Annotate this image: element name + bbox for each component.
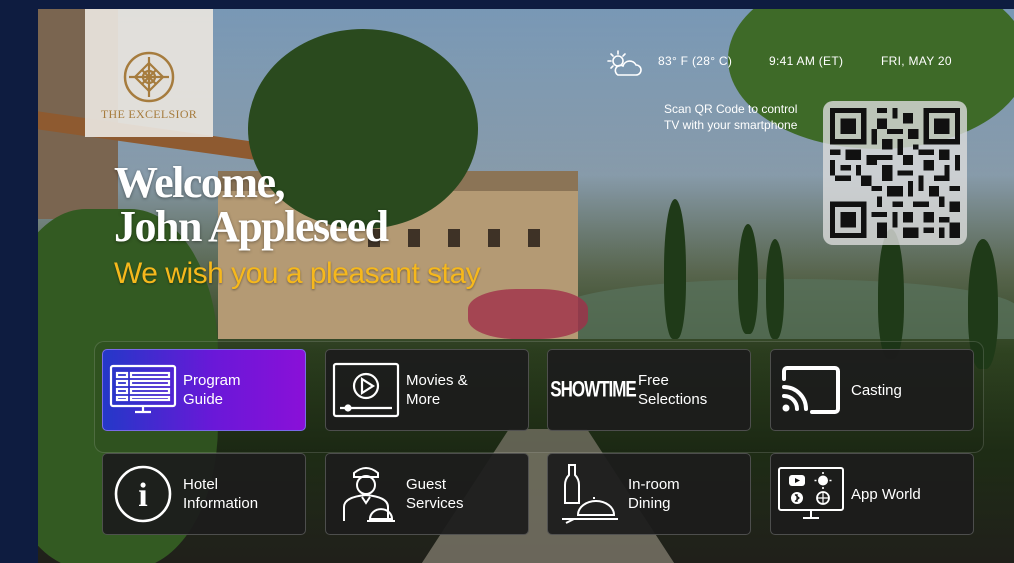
hotel-logo: THE EXCELSIOR	[85, 9, 213, 137]
background-cypress	[878, 229, 904, 359]
welcome-heading: Welcome, John Appleseed	[114, 158, 389, 251]
temperature-readout: 83° F (28° C)	[658, 54, 733, 68]
background-flowers	[468, 289, 588, 339]
background-cypress	[766, 239, 784, 339]
qr-code	[823, 101, 967, 245]
qr-caption-line1: Scan QR Code to control	[664, 102, 798, 116]
qr-caption: Scan QR Code to control TV with your sma…	[664, 101, 824, 133]
background-cypress	[738, 224, 758, 334]
partly-cloudy-icon	[607, 50, 642, 76]
welcome-line1: Welcome,	[114, 158, 286, 207]
app-world-icon	[778, 467, 844, 519]
date-readout: FRI, MAY 20	[881, 54, 952, 68]
menu-tile-label: Guest Services	[406, 476, 464, 512]
menu-tile-label: Free Selections	[638, 372, 708, 408]
menu-tile-label: Program Guide	[183, 372, 241, 408]
background-cypress	[664, 199, 686, 339]
background-mountains	[558, 279, 1014, 339]
showtime-logo: SHOWTIME	[550, 377, 636, 402]
menu-tile-program-guide[interactable]: Program Guide	[102, 349, 306, 431]
menu-tile-hotel-information[interactable]: i Hotel Information	[102, 453, 306, 535]
hotel-name: THE EXCELSIOR	[100, 107, 198, 121]
cast-icon	[782, 366, 840, 414]
program-guide-icon	[109, 364, 177, 414]
hotel-emblem-icon	[123, 51, 175, 103]
dining-icon	[562, 464, 618, 524]
menu-tile-label: App World	[851, 485, 921, 503]
guest-name: John Appleseed	[114, 202, 389, 251]
menu-tile-app-world[interactable]: App World	[770, 453, 974, 535]
qr-code-icon	[830, 108, 960, 238]
menu-tile-casting[interactable]: Casting	[770, 349, 974, 431]
menu-tile-label: Hotel Information	[183, 476, 259, 512]
concierge-icon	[343, 467, 395, 522]
menu-tile-in-room-dining[interactable]: In-room Dining	[547, 453, 751, 535]
tv-home-screen: THE EXCELSIOR 83° F (28° C) 9:41 AM (ET)…	[38, 9, 1014, 563]
menu-tile-label: Casting	[851, 381, 902, 399]
movies-play-icon	[332, 362, 400, 418]
svg-text:i: i	[138, 477, 147, 514]
info-icon: i	[114, 465, 172, 523]
menu-tile-free-selections[interactable]: SHOWTIME Free Selections	[547, 349, 751, 431]
welcome-tagline: We wish you a pleasant stay	[114, 257, 481, 290]
menu-tile-guest-services[interactable]: Guest Services	[325, 453, 529, 535]
time-readout: 9:41 AM (ET)	[769, 54, 844, 68]
menu-tile-label: In-room Dining	[628, 476, 680, 512]
menu-tile-label: Movies & More	[406, 372, 468, 408]
menu-tile-movies[interactable]: Movies & More	[325, 349, 529, 431]
qr-caption-line2: TV with your smartphone	[664, 118, 798, 132]
